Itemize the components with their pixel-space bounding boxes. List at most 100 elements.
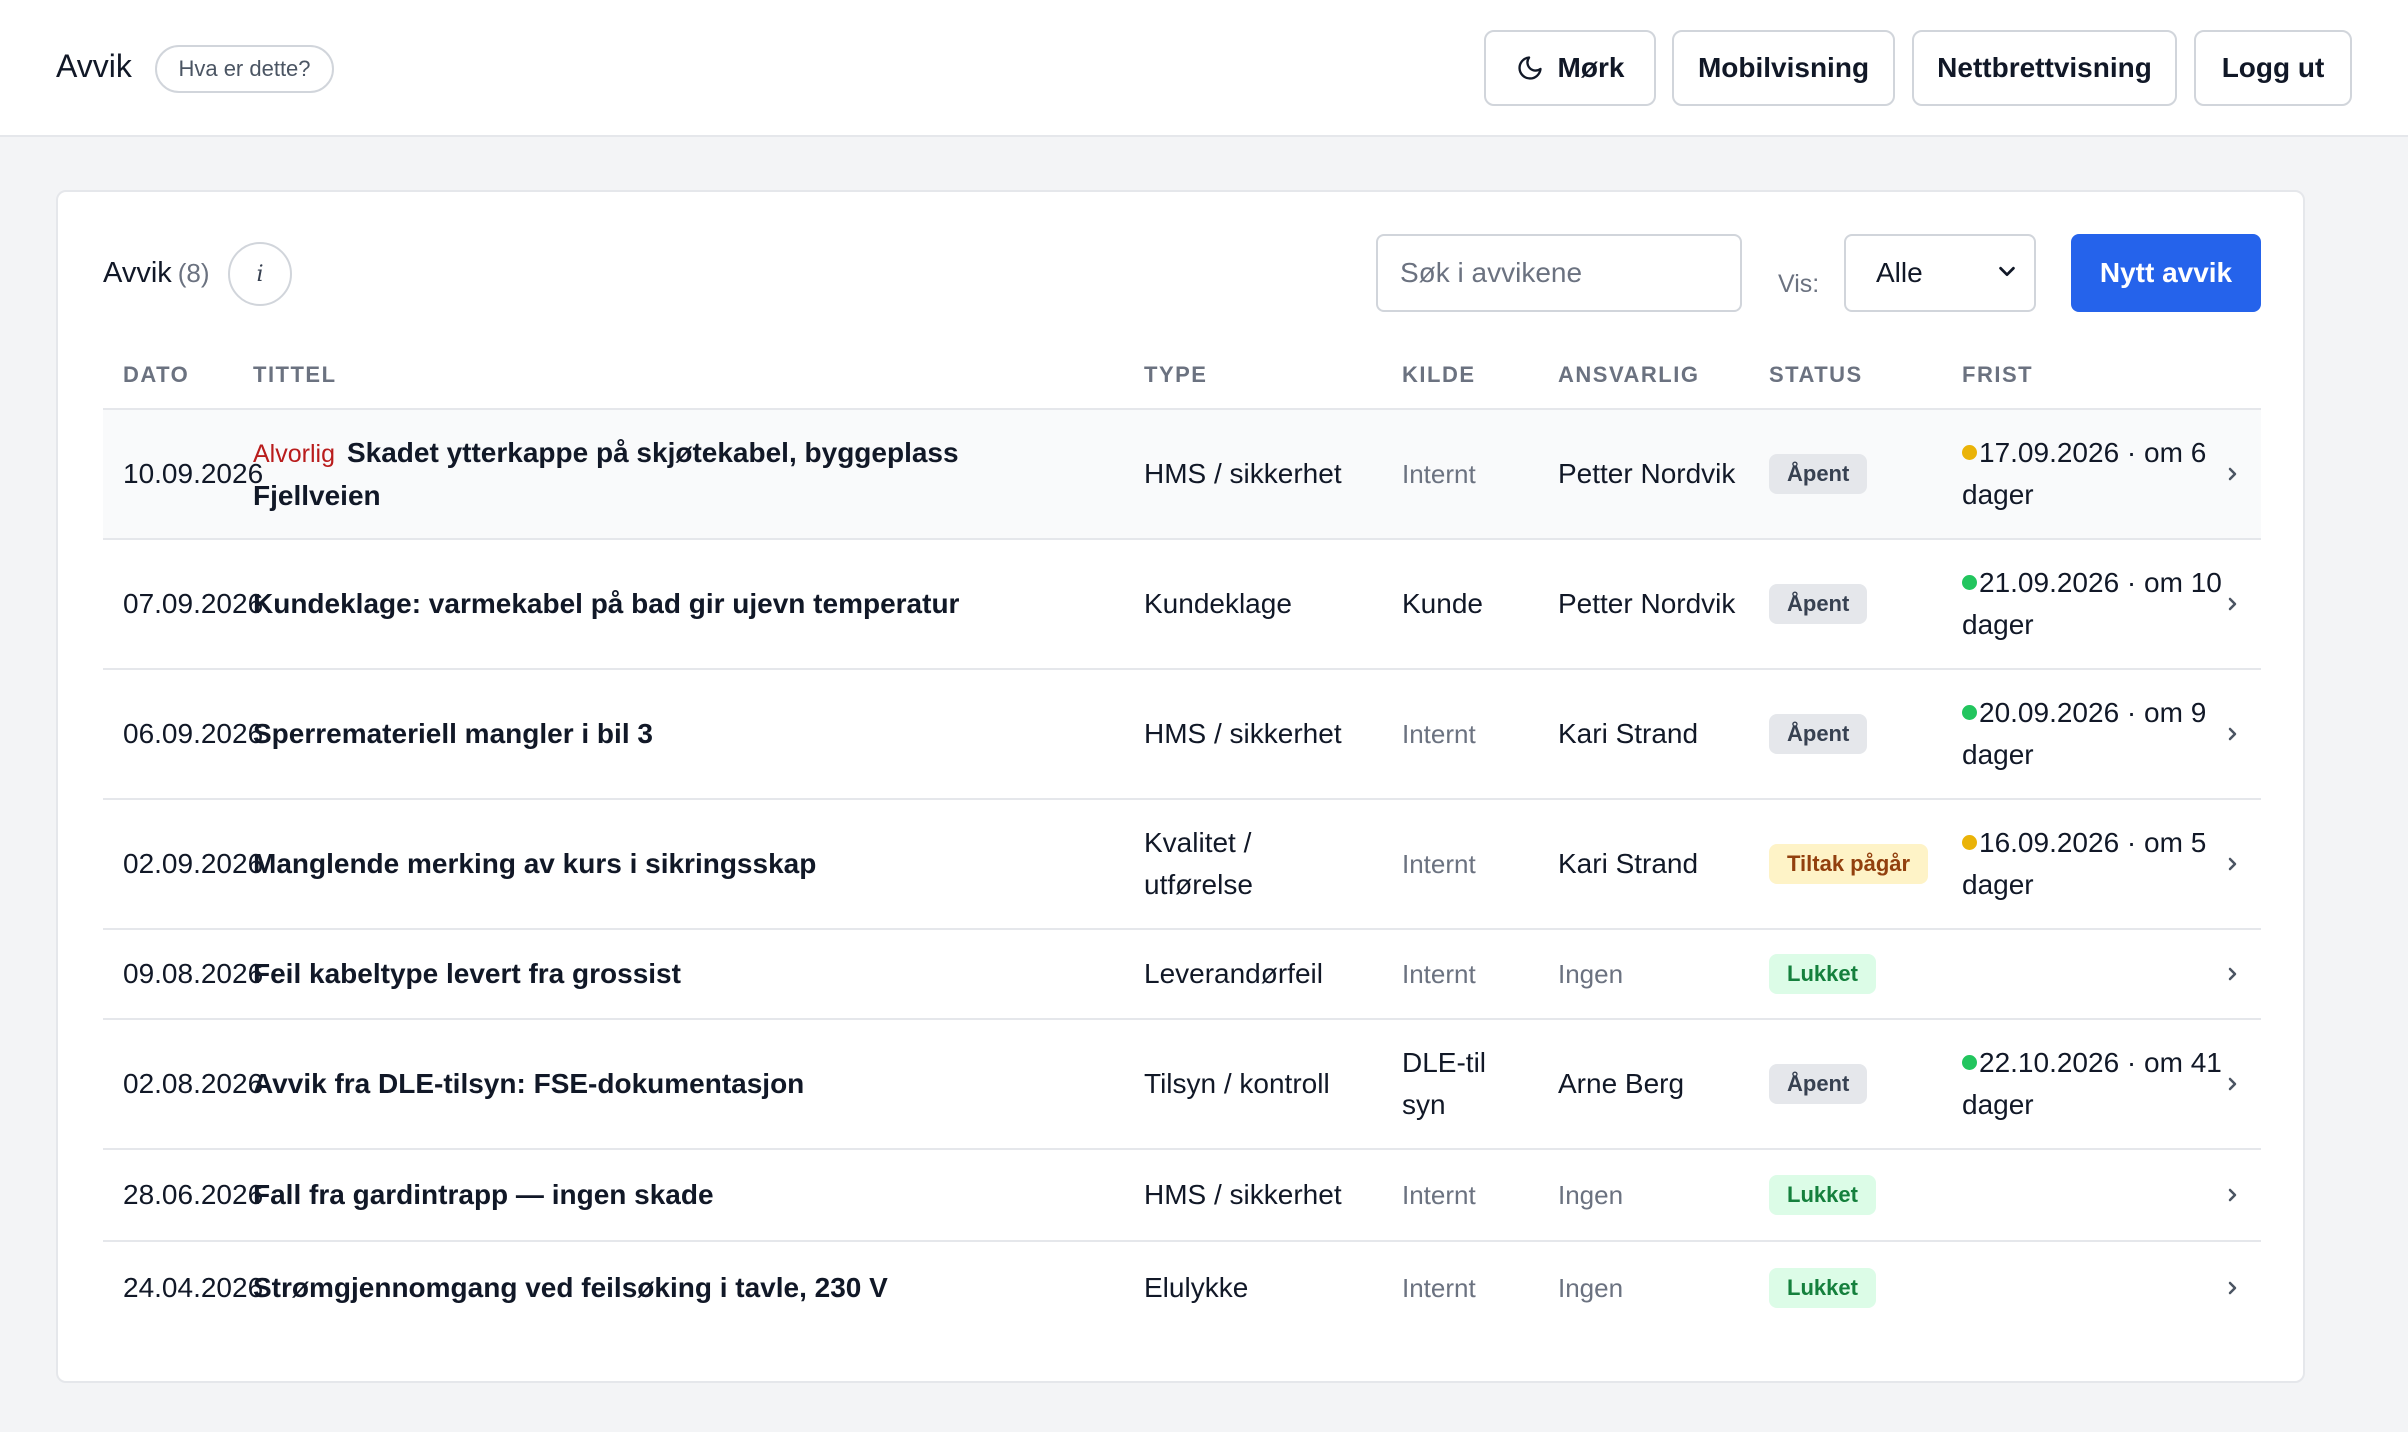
row-title: Fall fra gardintrapp — ingen skade [253,1179,714,1210]
column-status[interactable]: STATUS [1769,362,1863,388]
row-title-text: Skadet ytterkappe på skjøtekabel, byggep… [253,436,959,511]
row-responsible: Arne Berg [1558,1068,1685,1099]
column-source[interactable]: KILDE [1402,362,1476,388]
chevron-right-icon [2228,1281,2237,1295]
new-deviation-button[interactable]: Nytt avvik [2071,234,2261,312]
row-deadline: 20.09.2026 · om 9 dager [1962,670,2232,798]
row-title: Avvik fra DLE-tilsyn: FSE-dokumentasjon [253,1068,805,1099]
status-badge: Åpent [1769,584,1868,624]
moon-icon [1517,56,1542,80]
chevron-right-icon [2228,857,2237,871]
filter-value: Alle [1876,257,1923,288]
table-row[interactable]: 28.06.2026 Fall fra gardintrapp — ingen … [103,1150,2261,1242]
deadline-text: 20.09.2026 · om 9 dager [1962,697,2207,770]
deviations-card: Avvik (8) i Søk i avvikene Vis: Alle Nytt… [56,190,2305,1383]
row-open-button[interactable] [2218,1020,2248,1148]
column-type[interactable]: TYPE [1144,362,1207,388]
row-responsible: Petter Nordvik [1558,588,1736,619]
row-responsible: Ingen [1558,959,1624,989]
mobile-view-button[interactable]: Mobilvisning [1672,30,1895,106]
table-row[interactable]: 09.08.2026 Feil kabeltype levert fra gro… [103,930,2261,1020]
status-badge: Lukket [1769,954,1876,994]
row-type: Kvalitet / utførelse [1144,827,1253,900]
table-header: DATO TITTEL TYPE KILDE ANSVARLIG STATUS … [103,362,2261,410]
status-badge: Lukket [1769,1175,1876,1215]
severity-label: Alvorlig [253,439,335,468]
dark-mode-label: Mørk [1557,52,1625,83]
info-button[interactable]: i [228,242,292,306]
search-input[interactable]: Søk i avvikene [1376,234,1742,312]
deviation-count: (8) [177,258,210,288]
deadline-text: 22.10.2026 · om 41 dager [1962,1047,2222,1120]
deadline-indicator [1962,445,1977,461]
row-source: Internt [1402,959,1476,989]
row-status: Åpent [1769,410,1959,538]
row-status: Tiltak pågår [1769,800,1959,928]
row-status: Lukket [1769,930,1959,1018]
row-responsible: Ingen [1558,1180,1624,1210]
filter-select[interactable]: Alle [1844,234,2036,312]
table-row[interactable]: 24.04.2026 Strømgjennomgang ved feilsøki… [103,1242,2261,1334]
row-source: Internt [1402,1180,1476,1210]
filter-label: Vis: [1778,270,1820,298]
row-type: HMS / sikkerhet [1144,1179,1342,1210]
row-open-button[interactable] [2218,800,2248,928]
row-open-button[interactable] [2218,410,2248,538]
info-icon: i [256,261,264,287]
status-badge: Lukket [1769,1268,1876,1308]
row-type: Elulykke [1144,1272,1249,1303]
table-row[interactable]: 06.09.2026 Sperremateriell mangler i bil… [103,670,2261,800]
dark-mode-button[interactable]: Mørk [1484,30,1656,106]
table-row[interactable]: 02.09.2026 Manglende merking av kurs i s… [103,800,2261,930]
tablet-view-button[interactable]: Nettbrettvisning [1912,30,2177,106]
row-title: Strømgjennomgang ved feilsøking i tavle,… [253,1272,888,1303]
row-deadline [1962,1242,2232,1334]
table-body: 10.09.2026 Alvorlig Skadet ytterkappe på … [103,410,2261,1334]
table-row[interactable]: 02.08.2026 Avvik fra DLE-tilsyn: FSE-dok… [103,1020,2261,1150]
row-responsible: Kari Strand [1558,848,1699,879]
row-status: Åpent [1769,670,1959,798]
help-button[interactable]: Hva er dette? [155,45,334,93]
status-badge: Åpent [1769,454,1868,494]
row-source: Internt [1402,459,1476,489]
table-row[interactable]: 10.09.2026 Alvorlig Skadet ytterkappe på … [103,410,2261,540]
row-type: HMS / sikkerhet [1144,458,1342,489]
row-source: Kunde [1402,588,1483,619]
row-deadline: 21.09.2026 · om 10 dager [1962,540,2232,668]
row-open-button[interactable] [2218,1242,2248,1334]
row-type: Leverandørfeil [1144,958,1323,989]
row-deadline [1962,1150,2232,1240]
row-open-button[interactable] [2218,670,2248,798]
column-deadline[interactable]: FRIST [1962,362,2033,388]
app-title: Avvik [56,48,132,84]
status-badge: Åpent [1769,714,1868,754]
deadline-text: 17.09.2026 · om 6 dager [1962,437,2207,510]
column-date[interactable]: DATO [123,362,189,388]
row-title: Sperremateriell mangler i bil 3 [253,718,653,749]
row-status: Lukket [1769,1150,1959,1240]
row-responsible: Ingen [1558,1273,1624,1303]
row-deadline: 22.10.2026 · om 41 dager [1962,1020,2232,1148]
deadline-text: 21.09.2026 · om 10 dager [1962,567,2222,640]
logout-button[interactable]: Logg ut [2194,30,2352,106]
column-responsible[interactable]: ANSVARLIG [1558,362,1699,388]
deadline-indicator [1962,1055,1977,1071]
table-row[interactable]: 07.09.2026 Kundeklage: varmekabel på bad… [103,540,2261,670]
chevron-right-icon [2228,1077,2237,1091]
row-title: Feil kabeltype levert fra grossist [253,958,681,989]
row-deadline: 17.09.2026 · om 6 dager [1962,410,2232,538]
row-open-button[interactable] [2218,1150,2248,1240]
card-title-text: Avvik [103,257,172,289]
row-title: Alvorlig Skadet ytterkappe på skjøtekabel… [253,410,973,538]
row-type: Kundeklage [1144,588,1292,619]
row-source: Internt [1402,849,1476,879]
column-title[interactable]: TITTEL [253,362,337,388]
row-responsible: Petter Nordvik [1558,458,1736,489]
row-status: Åpent [1769,1020,1959,1148]
deadline-text: 16.09.2026 · om 5 dager [1962,827,2207,900]
row-responsible: Kari Strand [1558,718,1699,749]
top-bar: Avvik Hva er dette? Mørk Mobilvisning Ne… [0,0,2408,137]
row-open-button[interactable] [2218,540,2248,668]
row-open-button[interactable] [2218,930,2248,1018]
row-title: Manglende merking av kurs i sikringsskap [253,848,817,879]
